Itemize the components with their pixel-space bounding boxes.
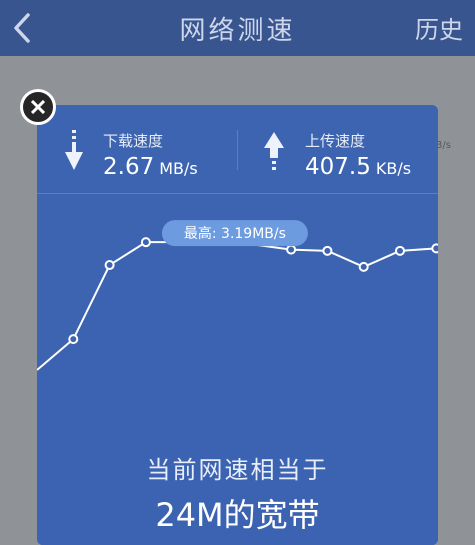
equivalent-bandwidth: 24M的宽带: [155, 496, 320, 534]
chart-area-fill: [37, 242, 438, 404]
speed-line-chart: 最高: 3.19MB/s: [37, 220, 438, 404]
page-title: 网络测速: [179, 16, 296, 46]
chart-point: [395, 245, 405, 256]
speed-test-card: 下载速度 2.67 MB/s 上传速度 407.5 KB/s 最高: 3.19MB/…: [37, 105, 438, 545]
history-button[interactable]: 历史: [415, 10, 463, 45]
upload-icon: [264, 132, 284, 170]
upload-number: 407.5: [305, 154, 371, 180]
equivalent-label: 当前网速相当于: [146, 456, 329, 484]
chart-point: [68, 334, 79, 345]
chart-point: [431, 243, 438, 254]
close-button[interactable]: [20, 89, 56, 125]
close-icon: [31, 100, 45, 114]
upload-speed-value: 407.5 KB/s: [305, 154, 411, 180]
nav-bar: 网络测速 历史: [0, 0, 475, 56]
download-label: 下载速度: [103, 132, 164, 150]
peak-speed-label: 最高: 3.19MB/s: [184, 225, 286, 242]
download-icon: [65, 130, 83, 170]
upload-unit: KB/s: [375, 159, 412, 178]
chart-point: [358, 261, 369, 272]
upload-label: 上传速度: [305, 132, 366, 150]
background-text-fragment: 3/s: [436, 140, 451, 151]
download-number: 2.67: [103, 154, 155, 180]
download-unit: MB/s: [159, 159, 198, 178]
chart-point: [140, 237, 151, 248]
chart-point: [286, 244, 297, 255]
chart-point: [104, 260, 115, 271]
chart-point: [322, 245, 333, 256]
download-speed-value: 2.67 MB/s: [103, 154, 198, 180]
speed-panel: 下载速度 2.67 MB/s 上传速度 407.5 KB/s: [37, 105, 438, 194]
speed-divider: [237, 130, 238, 170]
